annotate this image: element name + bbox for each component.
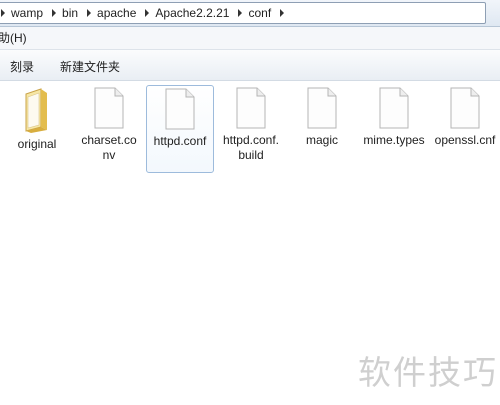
menu-bar: 助(H) xyxy=(0,27,500,50)
file-icon xyxy=(94,87,124,129)
chevron-right-icon[interactable] xyxy=(280,9,285,17)
chevron-right-icon[interactable] xyxy=(87,9,92,17)
address-bar[interactable]: wamp bin apache Apache2.2.21 conf xyxy=(0,2,486,24)
file-name: httpd.conf xyxy=(153,134,207,148)
breadcrumb-wamp[interactable]: wamp xyxy=(11,6,48,20)
breadcrumb-apache2221[interactable]: Apache2.2.21 xyxy=(155,6,234,20)
file-item-openssl-cnf[interactable]: openssl.cnf xyxy=(432,85,498,171)
file-item-magic[interactable]: magic xyxy=(289,85,355,171)
breadcrumb-bin[interactable]: bin xyxy=(62,6,83,20)
file-item-httpd-conf-build[interactable]: httpd.conf.build xyxy=(218,85,284,171)
file-name: httpd.conf.build xyxy=(222,133,280,162)
breadcrumb-conf[interactable]: conf xyxy=(248,6,276,20)
address-bar-region: wamp bin apache Apache2.2.21 conf xyxy=(0,0,500,27)
watermark: 软件技巧 xyxy=(350,328,500,405)
command-bar: 刻录 新建文件夹 xyxy=(0,50,500,81)
chevron-right-icon[interactable] xyxy=(52,9,57,17)
breadcrumb-apache[interactable]: apache xyxy=(97,6,141,20)
file-name: mime.types xyxy=(363,133,425,147)
file-item-mime-types[interactable]: mime.types xyxy=(361,85,427,171)
file-icon xyxy=(165,88,195,130)
chevron-right-icon[interactable] xyxy=(238,9,243,17)
file-name: openssl.cnf xyxy=(434,133,496,147)
file-item-httpd-conf[interactable]: httpd.conf xyxy=(146,85,214,173)
folder-icon xyxy=(25,88,47,133)
file-icon xyxy=(307,87,337,129)
file-icon xyxy=(379,87,409,129)
watermark-text: 软件技巧 xyxy=(358,353,498,392)
file-item-original[interactable]: original xyxy=(4,85,70,171)
file-icon xyxy=(450,87,480,129)
new-folder-button[interactable]: 新建文件夹 xyxy=(60,58,120,75)
chevron-right-icon[interactable] xyxy=(1,9,5,17)
burn-button[interactable]: 刻录 xyxy=(10,58,34,75)
file-name: magic xyxy=(305,133,338,147)
file-name: charset.conv xyxy=(81,133,137,162)
file-icon xyxy=(236,87,266,129)
file-item-charset-conv[interactable]: charset.conv xyxy=(76,85,142,171)
file-name: original xyxy=(17,137,57,151)
chevron-right-icon[interactable] xyxy=(145,9,150,17)
menu-help[interactable]: 助(H) xyxy=(0,27,27,49)
